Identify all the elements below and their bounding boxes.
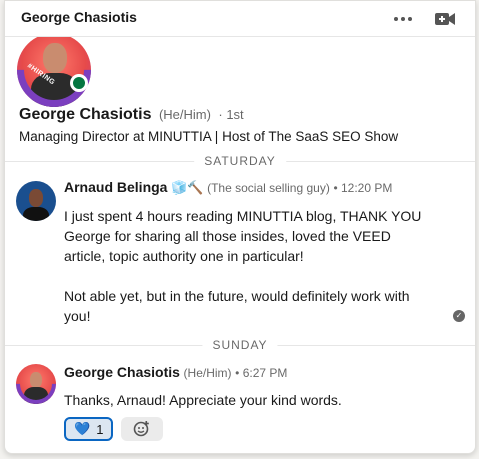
message-meta: Arnaud Belinga 🧊🔨 (The social selling gu… — [64, 179, 392, 196]
sender-name[interactable]: Arnaud Belinga — [64, 179, 167, 195]
header-actions — [391, 9, 457, 29]
message-time: • 12:20 PM — [333, 181, 393, 195]
add-reaction-icon — [134, 421, 150, 437]
profile-card: #HIRING George Chasiotis (He/Him) · 1st … — [5, 17, 475, 155]
more-horizontal-icon — [394, 17, 398, 21]
profile-name[interactable]: George Chasiotis — [19, 106, 151, 123]
conversation-window: George Chasiotis #HIRING George Chasioti… — [4, 0, 476, 454]
avatar[interactable] — [16, 181, 56, 221]
reaction-heart-button[interactable]: 💙 1 — [64, 417, 114, 441]
add-reaction-button[interactable] — [121, 417, 164, 441]
reactions-bar: 💙 1 — [64, 417, 164, 441]
profile-name-line: George Chasiotis (He/Him) · 1st — [19, 106, 244, 124]
message-paragraph: I just spent 4 hours reading MINUTTIA bl… — [64, 208, 422, 264]
message-body: I just spent 4 hours reading MINUTTIA bl… — [64, 206, 434, 326]
day-divider-saturday: SATURDAY — [5, 154, 475, 168]
more-options-button[interactable] — [391, 9, 415, 29]
video-call-button[interactable] — [433, 9, 457, 29]
sender-emoji: 🧊🔨 — [171, 180, 204, 195]
conversation-title[interactable]: George Chasiotis — [21, 9, 137, 25]
video-call-icon — [435, 13, 455, 25]
message-meta: George Chasiotis (He/Him) • 6:27 PM — [64, 364, 287, 380]
connection-degree: · 1st — [218, 107, 244, 122]
reaction-count: 1 — [96, 421, 104, 437]
online-status-icon — [70, 74, 88, 92]
message-group: George Chasiotis (He/Him) • 6:27 PM Than… — [5, 364, 475, 444]
blue-heart-icon: 💙 — [74, 421, 91, 436]
read-receipt-icon: ✓ — [453, 310, 465, 322]
sender-name[interactable]: George Chasiotis — [64, 364, 180, 380]
conversation-header: George Chasiotis — [5, 1, 475, 37]
day-divider-label: SATURDAY — [194, 154, 286, 168]
sender-tagline: (The social selling guy) — [207, 181, 330, 195]
message-time: • 6:27 PM — [235, 366, 288, 380]
day-divider-label: SUNDAY — [202, 338, 278, 352]
profile-headline: Managing Director at MINUTTIA | Host of … — [19, 129, 399, 144]
profile-pronouns: (He/Him) — [158, 107, 211, 122]
message-paragraph: Not able yet, but in the future, would d… — [64, 288, 410, 324]
day-divider-sunday: SUNDAY — [5, 338, 475, 352]
message-group: Arnaud Belinga 🧊🔨 (The social selling gu… — [5, 179, 475, 329]
message-body: Thanks, Arnaud! Appreciate your kind wor… — [64, 392, 342, 408]
avatar[interactable] — [16, 364, 56, 404]
sender-pronouns: (He/Him) — [183, 366, 232, 380]
